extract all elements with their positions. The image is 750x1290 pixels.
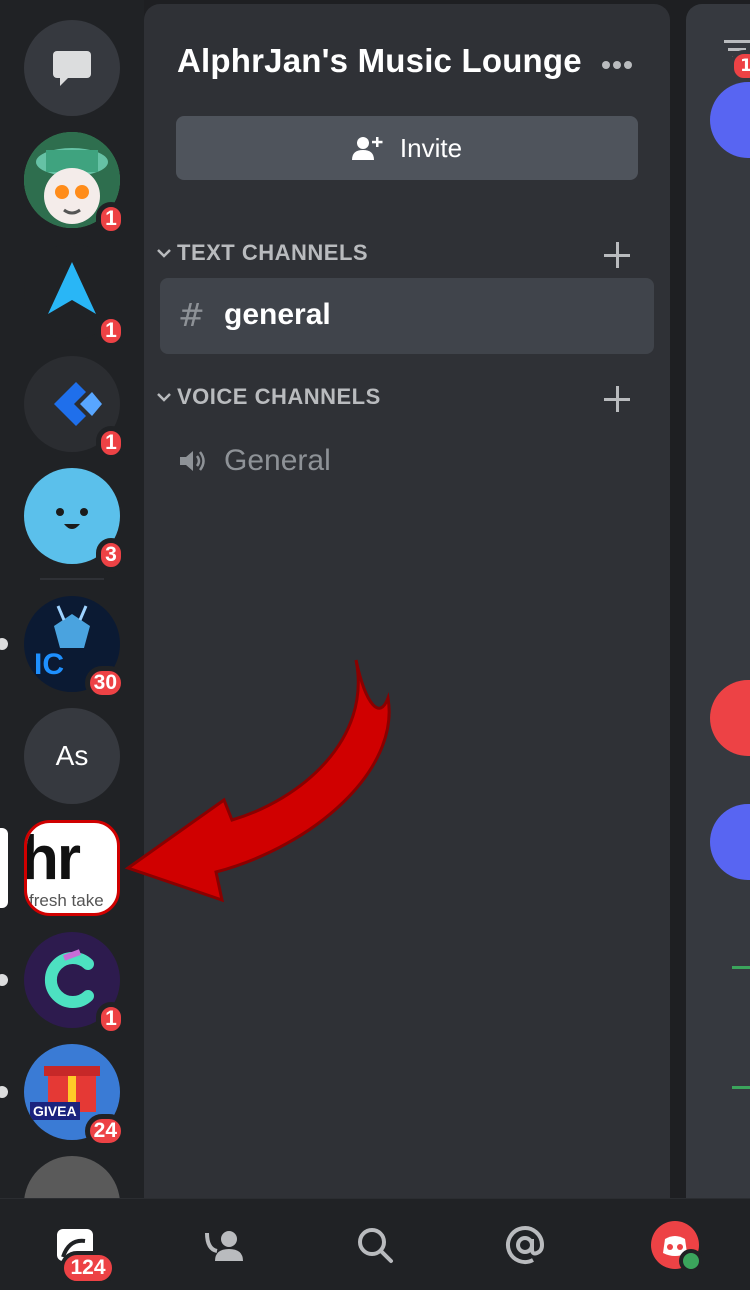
unread-badge: 1 <box>730 50 750 82</box>
friends-icon <box>205 1230 243 1261</box>
speaker-icon <box>180 451 205 471</box>
discord-avatar[interactable] <box>710 680 750 756</box>
online-status-icon <box>679 1248 703 1273</box>
category-label: VOICE CHANNELS <box>177 384 381 409</box>
unread-indicator <box>0 1086 8 1098</box>
progress-line <box>732 966 750 969</box>
server-icon[interactable]: As <box>24 708 120 804</box>
server-icon[interactable]: 1 <box>24 932 126 1036</box>
server-icon[interactable]: GIVEA 24 <box>24 1044 126 1148</box>
server-avatar-text: hr <box>24 824 81 893</box>
channel-name: general <box>224 298 331 331</box>
category-text-channels[interactable]: TEXT CHANNELS <box>154 240 368 266</box>
channel-item-voice-general[interactable]: General <box>160 424 654 500</box>
search-icon <box>358 1227 393 1263</box>
progress-line <box>732 1086 750 1089</box>
unread-badge: 1 <box>96 314 126 348</box>
friends-button[interactable] <box>150 1199 300 1290</box>
bottom-nav: 124 <box>0 1198 750 1290</box>
unread-indicator <box>0 638 8 650</box>
server-icon[interactable]: 1 <box>24 244 126 348</box>
unread-indicator <box>0 974 8 986</box>
server-icon[interactable] <box>24 1156 120 1198</box>
profile-avatar <box>651 1220 703 1273</box>
server-icon[interactable]: IC 30 <box>24 596 126 700</box>
home-unread-badge: 124 <box>60 1251 116 1285</box>
server-avatar-text: IC <box>34 648 64 681</box>
server-avatar-alphr: hr fresh take <box>24 820 120 916</box>
search-button[interactable] <box>300 1199 450 1290</box>
invite-label: Invite <box>399 132 463 163</box>
chevron-down-icon <box>157 393 171 402</box>
channel-name: General <box>224 444 331 477</box>
selected-indicator <box>0 828 8 908</box>
server-avatar-text: GIVEA <box>30 1102 80 1120</box>
invite-button[interactable]: Invite <box>176 116 638 180</box>
add-user-icon <box>351 137 383 160</box>
chat-panel-partial: 1 <box>686 4 750 1198</box>
server-avatar-initials: As <box>24 708 120 804</box>
server-icon-selected[interactable]: hr fresh take <box>24 820 120 916</box>
unread-badge: 30 <box>84 666 126 700</box>
server-icon[interactable]: 1 <box>24 132 126 236</box>
unread-badge: 1 <box>96 1002 126 1036</box>
add-text-channel-button[interactable] <box>604 242 630 268</box>
category-label: TEXT CHANNELS <box>177 240 369 265</box>
server-title[interactable]: AlphrJan's Music Lounge <box>177 42 582 80</box>
channel-panel: AlphrJan's Music Lounge Invite TEXT CHAN… <box>144 4 670 1198</box>
unread-badge: 3 <box>96 538 126 572</box>
chevron-down-icon <box>157 249 171 258</box>
user-avatar[interactable] <box>710 804 750 880</box>
server-avatar-partial <box>24 1156 120 1198</box>
server-initials: As <box>55 740 89 771</box>
unread-badge: 24 <box>84 1114 126 1148</box>
unread-badge: 1 <box>96 426 126 460</box>
server-rail: 1 1 1 3 IC 30 As hr fresh take 1 GIVEA 2… <box>0 0 144 1198</box>
chat-bubble-icon <box>24 20 120 116</box>
mentions-icon <box>506 1225 545 1264</box>
server-icon[interactable]: 1 <box>24 356 126 460</box>
direct-messages-button[interactable] <box>24 20 120 116</box>
more-options-icon[interactable] <box>599 54 632 73</box>
rail-divider <box>40 578 104 580</box>
category-voice-channels[interactable]: VOICE CHANNELS <box>154 384 381 410</box>
channel-item-general[interactable]: # general <box>160 278 654 354</box>
add-voice-channel-button[interactable] <box>604 386 630 412</box>
profile-button[interactable] <box>600 1199 750 1290</box>
server-icon[interactable]: 3 <box>24 468 126 572</box>
user-avatar[interactable] <box>710 82 750 158</box>
server-avatar-subtext: fresh take <box>29 891 104 910</box>
hash-icon: # <box>178 296 205 334</box>
unread-badge: 1 <box>96 202 126 236</box>
mentions-button[interactable] <box>450 1199 600 1290</box>
